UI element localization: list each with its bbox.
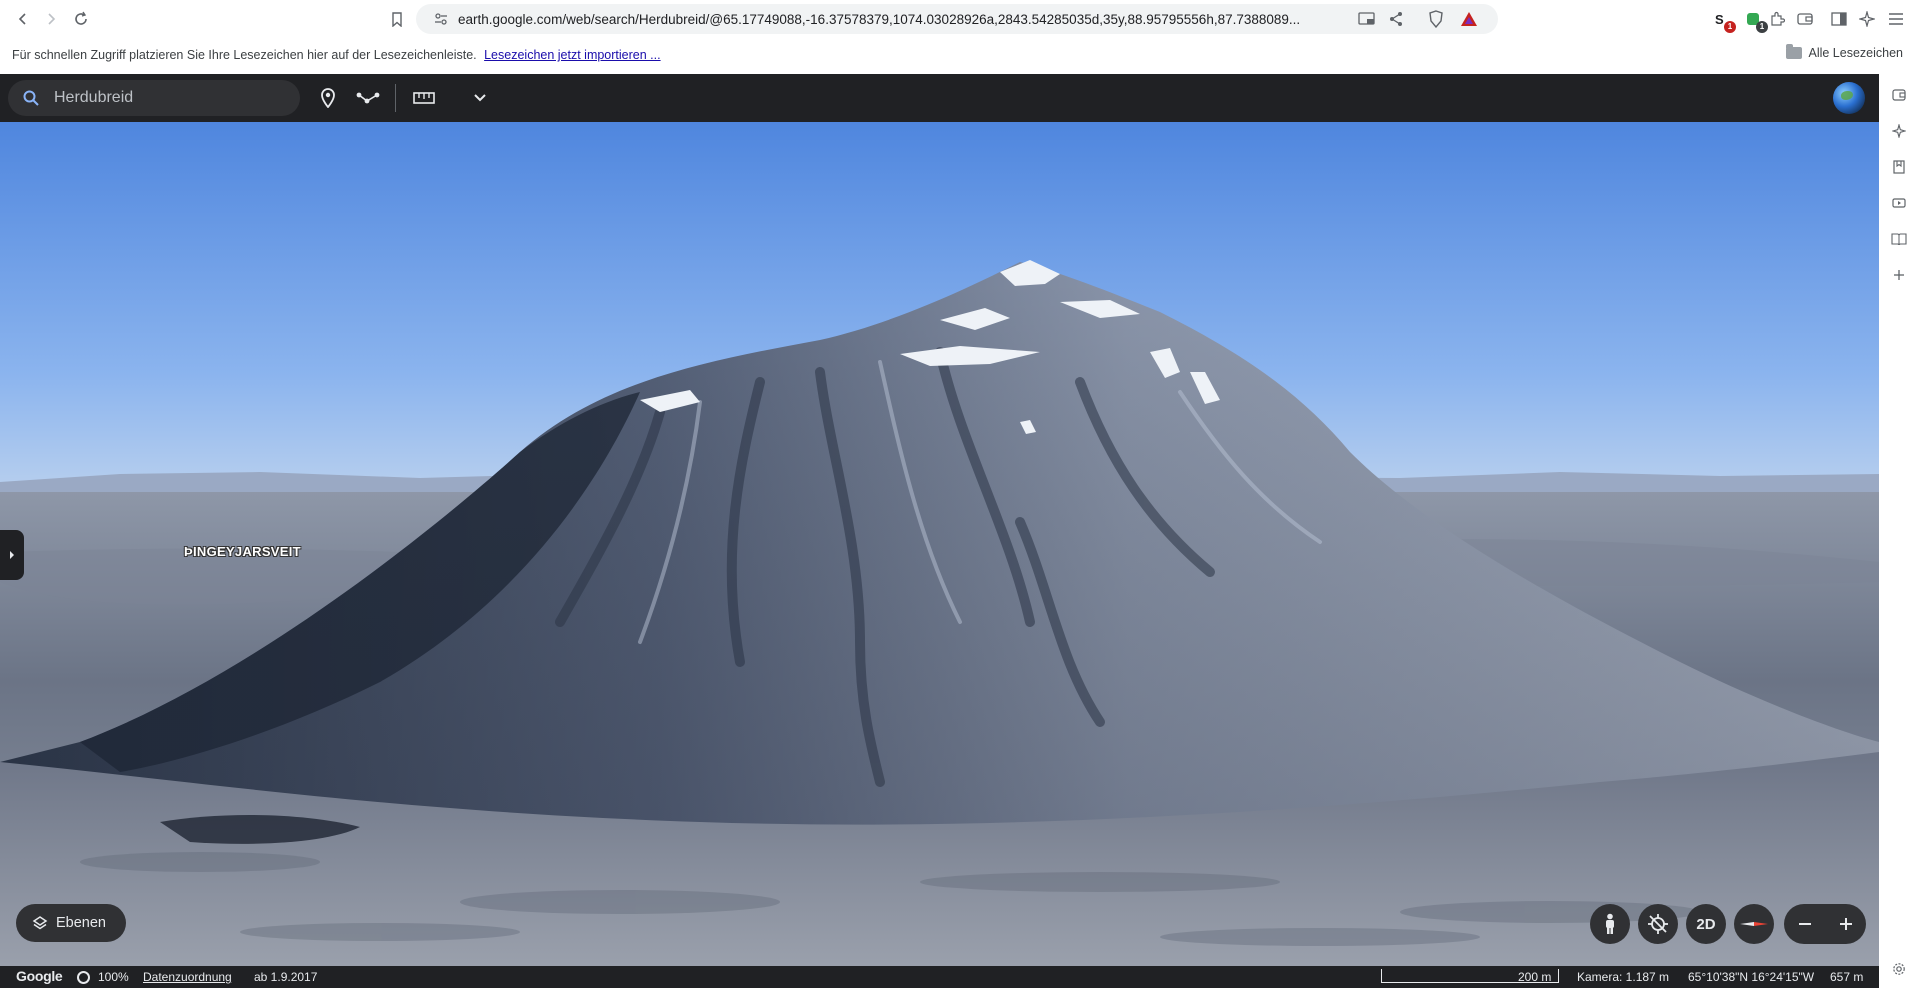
add-placemark-button[interactable]: [316, 86, 340, 110]
cursor-coordinates: 65°10'38"N 16°24'15"W: [1688, 970, 1815, 984]
location-off-icon: [1648, 914, 1668, 934]
loading-progress-icon: [77, 971, 90, 984]
place-label[interactable]: ÞINGEYJARSVEIT: [184, 544, 301, 559]
placemark-icon: [321, 88, 335, 108]
layers-label: Ebenen: [56, 915, 106, 931]
bookmarks-bar: Für schnellen Zugriff platzieren Sie Ihr…: [0, 38, 1919, 74]
earth-toolbar: [0, 74, 1879, 122]
cast-icon[interactable]: [1358, 10, 1376, 28]
loading-percent: 100%: [98, 970, 129, 984]
share-icon[interactable]: [1387, 10, 1405, 28]
wallet-panel-icon[interactable]: [1890, 86, 1908, 104]
leo-panel-icon[interactable]: [1890, 122, 1908, 140]
street-view-button[interactable]: [1590, 904, 1630, 944]
zoom-in-button[interactable]: [1839, 911, 1853, 937]
forward-button[interactable]: [38, 6, 64, 32]
playlist-panel-icon[interactable]: [1890, 194, 1908, 212]
folder-icon: [1786, 44, 1803, 59]
more-tools-button[interactable]: [468, 86, 492, 110]
extension-icon-one[interactable]: S 1: [1711, 9, 1736, 33]
ruler-icon: [413, 92, 435, 104]
back-button[interactable]: [10, 6, 36, 32]
google-earth-app: ÞINGEYJARSVEIT Ebenen 2D Google 100% Dat…: [0, 74, 1879, 988]
compass-button[interactable]: [1734, 904, 1774, 944]
compass-icon: [1740, 922, 1768, 926]
open-sidebar-button[interactable]: [0, 530, 24, 580]
forward-arrow-icon: [48, 13, 56, 25]
reload-icon: [75, 11, 87, 25]
chevron-right-icon: [10, 551, 14, 559]
bookmark-icon: [392, 11, 402, 27]
bookmarks-panel-icon[interactable]: [1890, 158, 1908, 176]
svg-text:S: S: [1715, 12, 1724, 27]
scale-label: 200 m: [1518, 970, 1552, 984]
measure-button[interactable]: [412, 86, 436, 110]
reload-button[interactable]: [68, 6, 94, 32]
toolbar-divider: [395, 84, 396, 112]
imagery-date: ab 1.9.2017: [254, 970, 318, 984]
sidebar-toggle-icon[interactable]: [1829, 9, 1849, 29]
earth-globe-logo[interactable]: [1833, 82, 1865, 114]
status-bar: Google 100% Datenzuordnung ab 1.9.2017 2…: [0, 966, 1879, 988]
back-arrow-icon: [18, 13, 26, 25]
data-attribution-link[interactable]: Datenzuordnung: [143, 970, 232, 984]
google-logo: Google: [16, 968, 63, 984]
layers-icon: [32, 916, 48, 930]
browser-toolbar: earth.google.com/web/search/Herdubreid/@…: [0, 0, 1919, 38]
wallet-icon[interactable]: [1795, 9, 1815, 29]
extension-icon-two[interactable]: 1: [1743, 9, 1768, 33]
my-location-button[interactable]: [1638, 904, 1678, 944]
search-input[interactable]: [54, 88, 284, 108]
layers-button[interactable]: Ebenen: [16, 904, 126, 942]
minus-icon: [1798, 923, 1811, 925]
bookmarks-hint: Für schnellen Zugriff platzieren Sie Ihr…: [12, 48, 661, 62]
pegman-icon: [1606, 913, 1614, 934]
browser-sidebar: [1879, 74, 1919, 988]
camera-altitude: Kamera: 1.187 m: [1577, 970, 1670, 984]
extension-badge: 1: [1724, 21, 1736, 33]
zoom-out-button[interactable]: [1798, 911, 1812, 937]
leo-ai-icon[interactable]: [1857, 9, 1877, 29]
all-bookmarks-label: Alle Lesezeichen: [1808, 46, 1903, 60]
chevron-down-icon: [474, 94, 486, 102]
url-text[interactable]: earth.google.com/web/search/Herdubreid/@…: [458, 12, 1358, 27]
extensions-puzzle-icon[interactable]: [1767, 9, 1787, 29]
brave-shield-icon[interactable]: [1427, 10, 1445, 28]
plus-icon: [1839, 918, 1852, 930]
path-icon: [356, 92, 380, 104]
view-2d-label: 2D: [1696, 915, 1716, 933]
zoom-controls: [1784, 904, 1866, 944]
search-icon: [23, 90, 39, 106]
sidebar-settings-icon[interactable]: [1890, 960, 1908, 978]
import-bookmarks-link[interactable]: Lesezeichen jetzt importieren ...: [484, 48, 660, 62]
menu-icon[interactable]: [1886, 9, 1906, 29]
address-bar[interactable]: earth.google.com/web/search/Herdubreid/@…: [416, 4, 1498, 34]
site-settings-icon[interactable]: [432, 10, 450, 28]
add-panel-icon[interactable]: [1890, 266, 1908, 284]
bookmarks-hint-text: Für schnellen Zugriff platzieren Sie Ihr…: [12, 48, 477, 62]
reading-list-icon[interactable]: [1890, 230, 1908, 248]
search-box[interactable]: [8, 80, 300, 116]
view-2d-toggle[interactable]: 2D: [1686, 904, 1726, 944]
all-bookmarks-button[interactable]: Alle Lesezeichen: [1786, 44, 1903, 60]
brave-rewards-icon[interactable]: [1460, 10, 1478, 28]
bookmark-page-button[interactable]: [384, 6, 410, 32]
draw-path-button[interactable]: [356, 86, 380, 110]
elevation: 657 m: [1830, 970, 1864, 984]
